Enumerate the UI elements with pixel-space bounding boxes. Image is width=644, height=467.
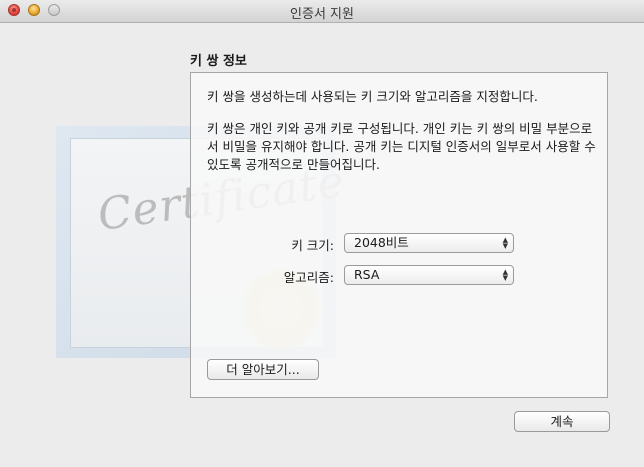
description-line: 있도록 공개적으로 만들어집니다. [207,157,380,172]
description-line: 키 쌍은 개인 키와 공개 키로 구성됩니다. 개인 키는 키 쌍의 비밀 부분… [207,121,593,136]
learn-more-button[interactable]: 더 알아보기... [207,359,319,380]
key-size-value: 2048비트 [354,235,409,250]
section-heading: 키 쌍 정보 [190,54,247,69]
title-bar: 인증서 지원 [0,0,644,23]
up-down-chevron-icon: ▲ ▼ [502,236,508,250]
key-size-popup[interactable]: 2048비트 ▲ ▼ [344,233,514,253]
description-text: 키 쌍은 개인 키와 공개 키로 구성됩니다. 개인 키는 키 쌍의 비밀 부분… [207,120,602,174]
description-line: 서 비밀을 유지해야 합니다. 공개 키는 디지털 인증서의 일부로서 사용할 … [207,139,596,154]
algorithm-popup[interactable]: RSA ▲ ▼ [344,265,514,285]
intro-text: 키 쌍을 생성하는데 사용되는 키 크기와 알고리즘을 지정합니다. [207,89,538,104]
algorithm-value: RSA [354,267,380,282]
up-down-chevron-icon: ▲ ▼ [502,268,508,282]
algorithm-label: 알고리즘: [283,270,334,285]
window-title: 인증서 지원 [290,7,354,22]
continue-button[interactable]: 계속 [514,411,610,432]
key-size-label: 키 크기: [291,238,334,253]
